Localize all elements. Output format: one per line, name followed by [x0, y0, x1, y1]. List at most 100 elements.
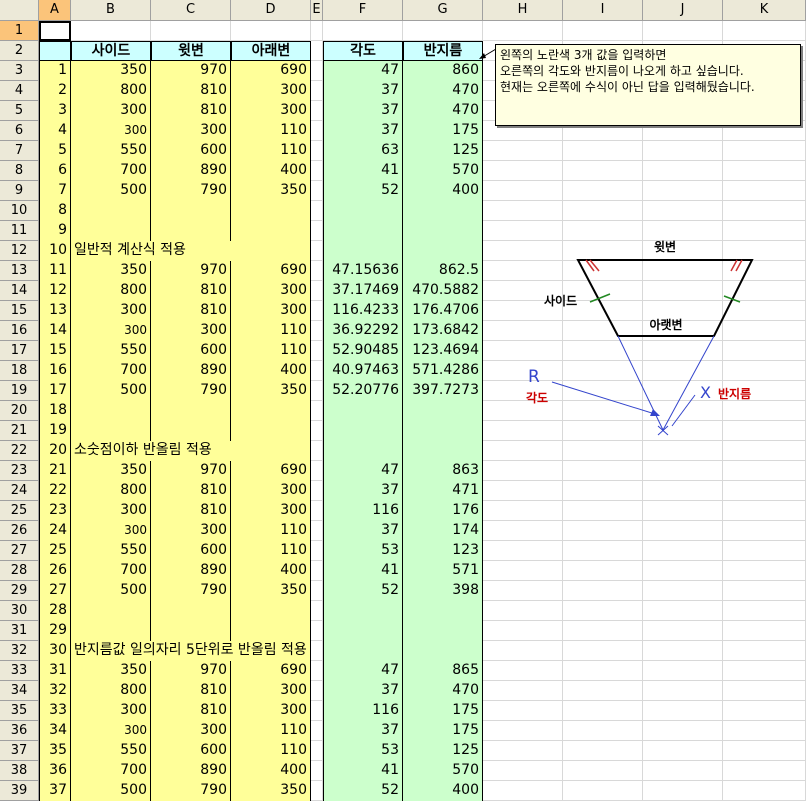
cell-bottom[interactable]: [231, 421, 311, 441]
cell-index[interactable]: 31: [39, 661, 71, 681]
header-angle[interactable]: 각도: [323, 41, 403, 61]
select-all-corner[interactable]: [0, 0, 39, 21]
cell-side[interactable]: 800: [71, 81, 151, 101]
column-header-f[interactable]: F: [323, 0, 403, 21]
cell-bottom[interactable]: 690: [231, 61, 311, 81]
cell-angle[interactable]: 37: [323, 121, 403, 141]
row-header-30[interactable]: 30: [0, 601, 39, 621]
cell-bottom[interactable]: 110: [231, 541, 311, 561]
row-header-5[interactable]: 5: [0, 101, 39, 121]
cell-bottom[interactable]: 300: [231, 481, 311, 501]
cell-angle[interactable]: 47: [323, 61, 403, 81]
column-header-h[interactable]: H: [483, 0, 563, 21]
cell-index[interactable]: 24: [39, 521, 71, 541]
row-header-14[interactable]: 14: [0, 281, 39, 301]
cell-top[interactable]: 300: [151, 121, 231, 141]
cell-radius[interactable]: 175: [403, 721, 483, 741]
cell-top[interactable]: 810: [151, 301, 231, 321]
row-header-32[interactable]: 32: [0, 641, 39, 661]
cell-top[interactable]: 970: [151, 661, 231, 681]
row-header-9[interactable]: 9: [0, 181, 39, 201]
cell-angle[interactable]: 40.97463: [323, 361, 403, 381]
cell-angle[interactable]: 52: [323, 581, 403, 601]
cell-index[interactable]: 1: [39, 61, 71, 81]
row-header-18[interactable]: 18: [0, 361, 39, 381]
cell-bottom[interactable]: 300: [231, 301, 311, 321]
cell-side[interactable]: 500: [71, 381, 151, 401]
cell-angle[interactable]: 47.15636: [323, 261, 403, 281]
section-label-round5[interactable]: 반지름값 일의자리 5단위로 반올림 적용: [71, 641, 311, 661]
cell-angle[interactable]: 116: [323, 501, 403, 521]
cell-index[interactable]: 29: [39, 621, 71, 641]
cell-bottom[interactable]: 350: [231, 781, 311, 801]
cell-top[interactable]: 600: [151, 341, 231, 361]
cell-radius[interactable]: 860: [403, 61, 483, 81]
cell-radius[interactable]: 571: [403, 561, 483, 581]
cell-bottom[interactable]: 110: [231, 121, 311, 141]
cell-angle[interactable]: 37: [323, 101, 403, 121]
cell-angle[interactable]: [323, 201, 403, 221]
cell-bottom[interactable]: 110: [231, 721, 311, 741]
cell-top[interactable]: 300: [151, 721, 231, 741]
cell-top[interactable]: 890: [151, 161, 231, 181]
cell-angle[interactable]: 37: [323, 721, 403, 741]
cell-angle[interactable]: 116: [323, 701, 403, 721]
cell-top[interactable]: 300: [151, 321, 231, 341]
cell-index[interactable]: 28: [39, 601, 71, 621]
cell-top[interactable]: 810: [151, 281, 231, 301]
row-header-4[interactable]: 4: [0, 81, 39, 101]
cell-index[interactable]: 33: [39, 701, 71, 721]
cell-radius[interactable]: 398: [403, 581, 483, 601]
cell-side[interactable]: 700: [71, 761, 151, 781]
cell-side[interactable]: 350: [71, 461, 151, 481]
column-header-b[interactable]: B: [71, 0, 151, 21]
row-header-34[interactable]: 34: [0, 681, 39, 701]
cell-bottom[interactable]: 300: [231, 281, 311, 301]
cell-radius[interactable]: [403, 401, 483, 421]
cell-angle[interactable]: 37.17469: [323, 281, 403, 301]
cell-angle[interactable]: 41: [323, 761, 403, 781]
cell-radius[interactable]: 862.5: [403, 261, 483, 281]
cell-side[interactable]: [71, 201, 151, 221]
cell-angle[interactable]: 53: [323, 541, 403, 561]
cell-radius[interactable]: 125: [403, 741, 483, 761]
cell-index[interactable]: 17: [39, 381, 71, 401]
cell-index[interactable]: 15: [39, 341, 71, 361]
row-header-35[interactable]: 35: [0, 701, 39, 721]
cell-top[interactable]: 970: [151, 261, 231, 281]
cell-radius[interactable]: 397.7273: [403, 381, 483, 401]
cell-angle[interactable]: [323, 421, 403, 441]
cell-top[interactable]: [151, 601, 231, 621]
row-header-15[interactable]: 15: [0, 301, 39, 321]
cell-angle[interactable]: 47: [323, 461, 403, 481]
cell-index[interactable]: 25: [39, 541, 71, 561]
active-cell-a1[interactable]: [39, 21, 71, 41]
column-header-d[interactable]: D: [231, 0, 311, 21]
cell-radius[interactable]: [403, 421, 483, 441]
cell-top[interactable]: 600: [151, 141, 231, 161]
section-label-round_decimal[interactable]: 소숫점이하 반올림 적용: [71, 441, 311, 461]
cell-side[interactable]: 350: [71, 61, 151, 81]
cell-side[interactable]: 550: [71, 141, 151, 161]
cell-side[interactable]: 700: [71, 561, 151, 581]
cell-index[interactable]: 30: [39, 641, 71, 661]
row-header-25[interactable]: 25: [0, 501, 39, 521]
row-header-13[interactable]: 13: [0, 261, 39, 281]
cell-index[interactable]: 37: [39, 781, 71, 801]
cell-top[interactable]: 790: [151, 781, 231, 801]
cell-bottom[interactable]: 690: [231, 661, 311, 681]
cell-bottom[interactable]: 350: [231, 581, 311, 601]
cell-side[interactable]: [71, 401, 151, 421]
cell-index[interactable]: 13: [39, 301, 71, 321]
cell-bottom[interactable]: [231, 201, 311, 221]
cell-bottom[interactable]: 110: [231, 341, 311, 361]
cell-angle[interactable]: 52.20776: [323, 381, 403, 401]
cell-radius[interactable]: [403, 221, 483, 241]
cell-top[interactable]: 790: [151, 381, 231, 401]
cell-index[interactable]: 23: [39, 501, 71, 521]
cell-bottom[interactable]: 110: [231, 521, 311, 541]
cell-index[interactable]: 6: [39, 161, 71, 181]
cell-side[interactable]: 500: [71, 581, 151, 601]
cell-index[interactable]: 21: [39, 461, 71, 481]
cell-index[interactable]: 12: [39, 281, 71, 301]
